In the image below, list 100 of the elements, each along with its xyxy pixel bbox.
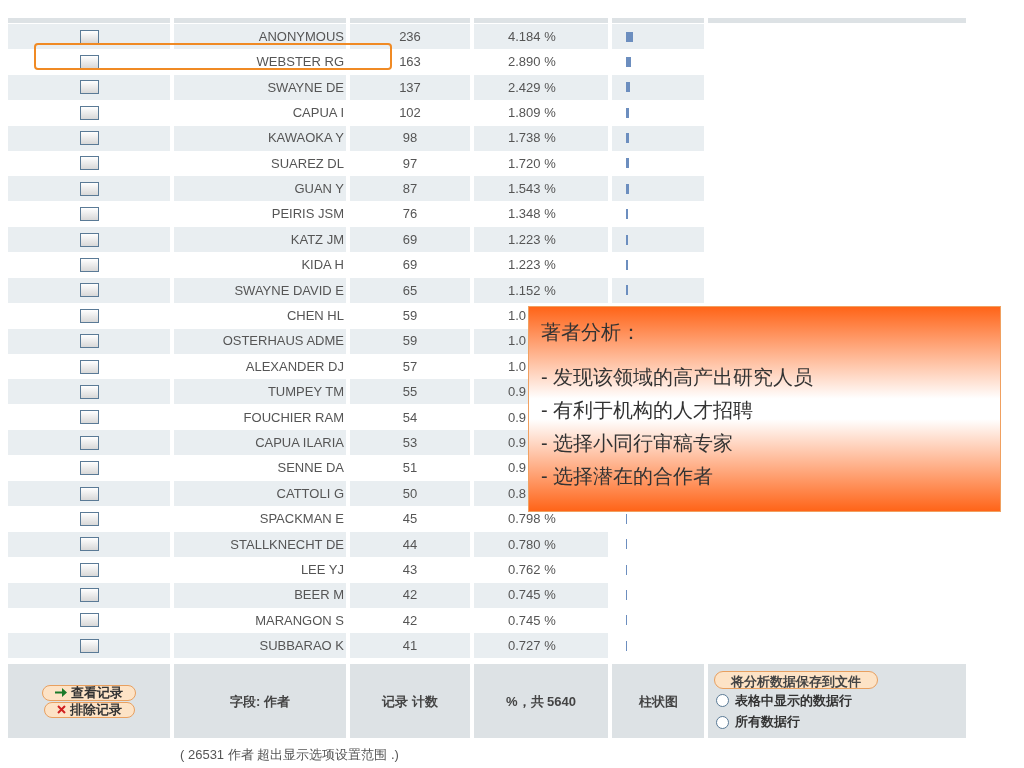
record-count: 102 [399,103,421,122]
bar [626,133,629,144]
record-count: 76 [402,205,418,224]
checkbox[interactable] [79,359,99,374]
close-icon [56,705,66,715]
percentage: 0.8 [508,484,527,503]
radio-button[interactable] [716,694,729,708]
column-heading: 字段: 作者 [230,692,290,711]
author-name: KAWAOKA Y [267,129,344,148]
record-count: 41 [402,637,418,656]
author-name: MARANGON S [255,611,344,630]
record-count: 42 [402,586,418,605]
checkbox[interactable] [79,207,99,222]
checkbox[interactable] [79,80,99,95]
view-records-button[interactable]: 查看记录 [42,684,136,701]
author-name: PEIRIS JSM [271,205,344,224]
radio-button[interactable] [716,715,729,729]
radio-label: 所有数据行 [735,713,800,732]
record-count: 44 [402,535,418,554]
percentage: 0.745 % [508,611,556,630]
author-name: LEE YJ [300,560,344,579]
checkbox[interactable] [79,410,99,425]
record-count: 69 [402,256,418,275]
checkbox[interactable] [79,511,99,526]
author-name: KATZ JM [290,230,344,249]
callout-line: - 有利于机构的人才招聘 [541,398,755,423]
record-count: 53 [402,434,418,452]
checkbox[interactable] [79,258,99,272]
author-name: OSTERHAUS ADME [222,332,344,351]
checkbox[interactable] [79,562,99,577]
percentage: 2.890 % [508,53,556,72]
percentage: 1.543 % [508,180,556,199]
author-name: CHEN HL [286,307,344,326]
bar [626,31,633,42]
radio-label: 表格中显示的数据行 [735,691,852,710]
checkbox[interactable] [79,435,99,450]
author-name: STALLKNECHT DE [230,535,344,554]
author-name: GUAN Y [294,180,344,199]
author-name: SWAYNE DE [267,78,344,97]
author-name: SUBBARAO K [259,637,344,656]
author-name: KIDA H [301,256,344,275]
bar [626,56,631,67]
percentage: 0.9 [508,434,527,452]
checkbox[interactable] [79,232,99,247]
author-name: SENNE DA [277,459,344,478]
checkbox[interactable] [79,638,99,653]
bar [626,107,629,118]
column-heading: %，共 5640 [505,692,577,711]
record-count: 137 [399,78,421,97]
checkbox[interactable] [79,29,99,44]
record-count: 54 [402,408,418,427]
checkbox[interactable] [79,334,99,349]
percentage: 1.0 [508,307,527,326]
record-count: 163 [399,53,421,72]
author-name: CAPUA ILARIA [255,434,344,452]
checkbox[interactable] [79,461,99,476]
percentage: 1.0 [508,332,527,351]
checkbox[interactable] [79,156,99,171]
percentage: 1.152 % [508,281,556,300]
percentage: 2.429 % [508,78,556,97]
percentage: 1.738 % [508,129,556,148]
checkbox[interactable] [79,384,99,399]
checkbox[interactable] [79,105,99,120]
callout-line: - 选择小同行审稿专家 [541,431,735,456]
author-name: BEER M [294,586,344,605]
checkbox[interactable] [79,131,99,146]
checkbox[interactable] [79,486,99,501]
checkbox[interactable] [79,308,99,323]
author-name: CAPUA I [292,103,344,122]
checkbox[interactable] [79,54,99,69]
author-name: WEBSTER RG [256,53,344,72]
exclude-records-button[interactable]: 排除记录 [43,701,135,718]
bar [626,158,629,169]
bar [626,183,629,194]
record-count: 97 [402,154,418,173]
checkbox[interactable] [79,613,99,628]
author-name: FOUCHIER RAM [243,408,344,427]
checkbox[interactable] [79,283,99,298]
percentage: 0.9 [508,459,527,478]
percentage: 4.184 % [508,27,556,46]
percentage: 0.727 % [508,637,556,656]
record-count: 45 [402,510,418,529]
percentage: 0.780 % [508,535,556,554]
callout-line: - 发现该领域的高产出研究人员 [541,365,815,390]
record-count: 98 [402,129,418,148]
record-count: 43 [402,560,418,579]
callout-line: - 选择潜在的合作者 [541,464,715,489]
record-count: 65 [402,281,418,300]
percentage: 0.762 % [508,560,556,579]
checkbox[interactable] [79,588,99,603]
percentage: 1.223 % [508,256,556,275]
percentage: 1.809 % [508,103,556,122]
save-to-file-button[interactable]: 将分析数据保存到文件 [714,670,878,689]
checkbox[interactable] [79,181,99,196]
column-heading: 记录 计数 [382,692,438,711]
record-count: 57 [402,357,418,376]
checkbox[interactable] [79,537,99,552]
record-count: 51 [402,459,418,478]
author-name: SWAYNE DAVID E [234,281,344,300]
percentage: 0.798 % [508,510,556,529]
